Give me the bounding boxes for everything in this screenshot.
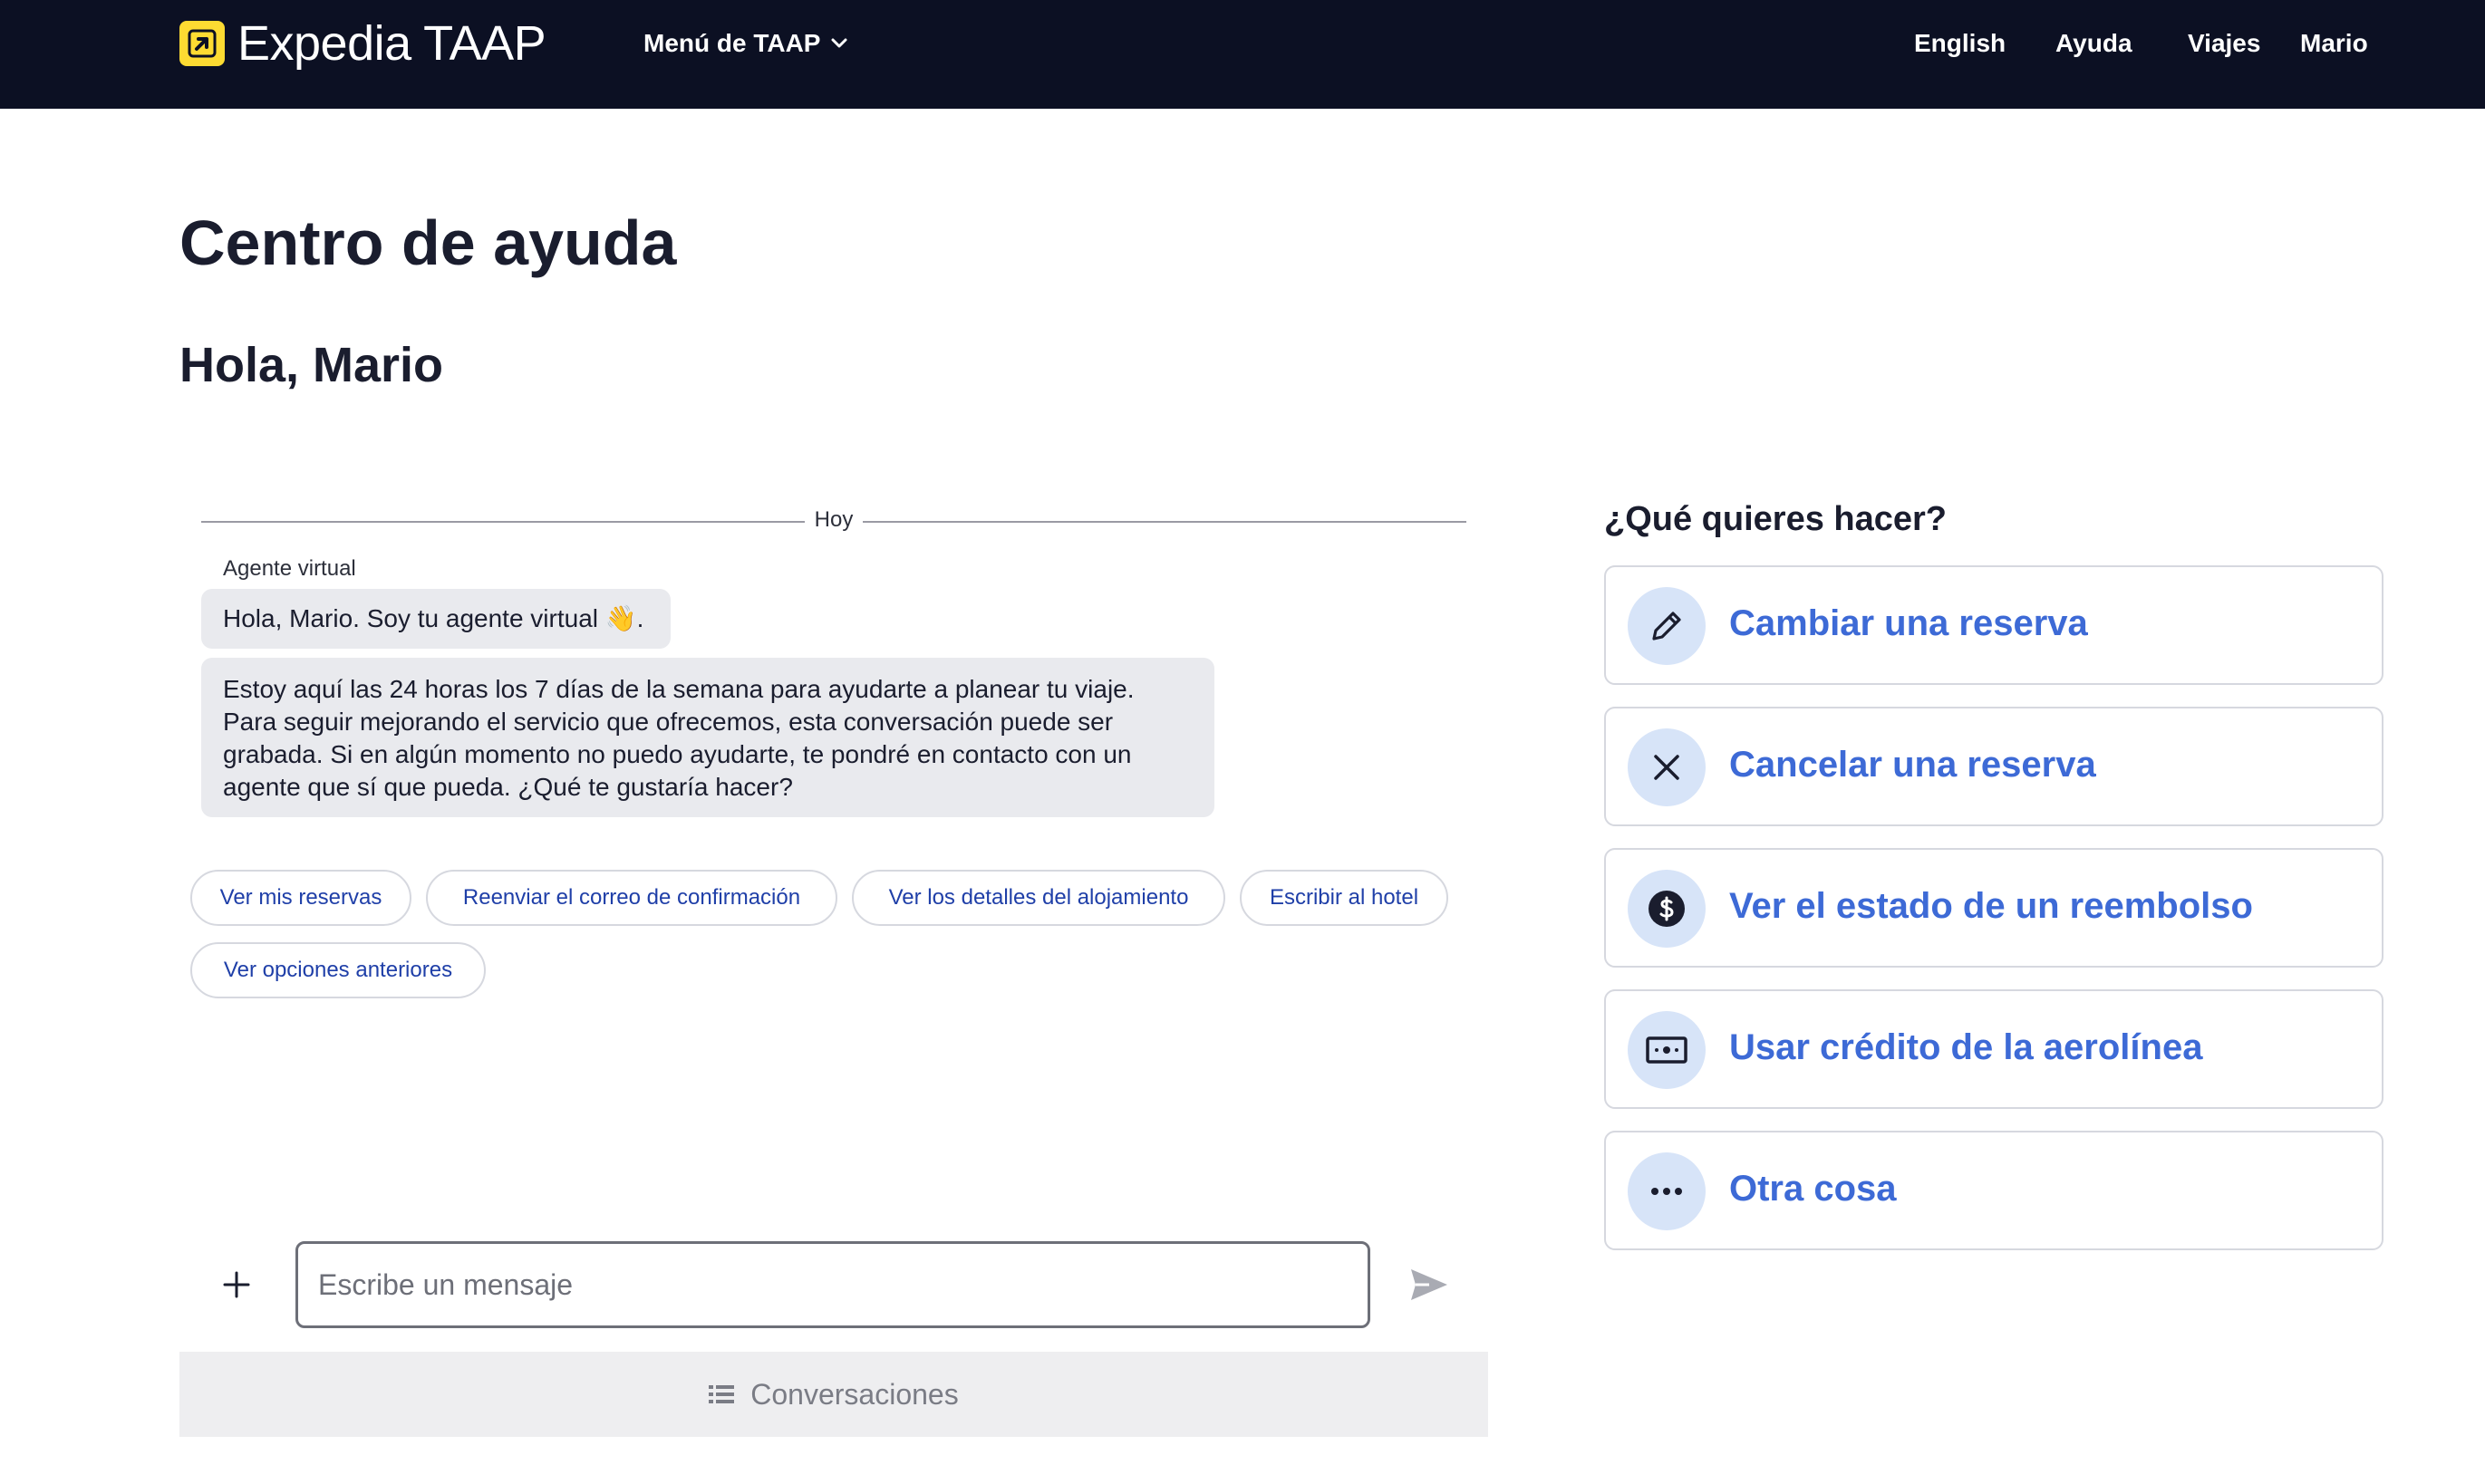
dollar-icon bbox=[1628, 870, 1706, 948]
quick-reply-previous-options[interactable]: Ver opciones anteriores bbox=[190, 942, 486, 998]
pencil-icon bbox=[1628, 587, 1706, 665]
action-change-booking[interactable]: Cambiar una reserva bbox=[1604, 565, 2383, 685]
page-title: Centro de ayuda bbox=[179, 207, 677, 278]
top-navigation-bar: Expedia TAAP Menú de TAAP English Ayuda … bbox=[0, 0, 2485, 109]
divider-line bbox=[863, 521, 1466, 523]
action-something-else[interactable]: Otra cosa bbox=[1604, 1131, 2383, 1250]
action-label: Cambiar una reserva bbox=[1729, 603, 2088, 643]
chevron-down-icon bbox=[831, 38, 847, 48]
conversations-toggle-bar[interactable]: Conversaciones bbox=[179, 1352, 1488, 1437]
credit-icon bbox=[1628, 1011, 1706, 1089]
nav-language-link[interactable]: English bbox=[1914, 22, 2006, 65]
more-icon bbox=[1628, 1152, 1706, 1230]
send-message-button[interactable] bbox=[1407, 1261, 1452, 1308]
taap-menu-label: Menú de TAAP bbox=[643, 29, 821, 57]
add-attachment-button[interactable] bbox=[214, 1258, 259, 1312]
message-sender-label: Agente virtual bbox=[223, 556, 356, 581]
date-divider: Hoy bbox=[201, 507, 1466, 536]
message-input[interactable] bbox=[295, 1241, 1370, 1328]
nav-trips-link[interactable]: Viajes bbox=[2188, 22, 2260, 65]
conversations-label: Conversaciones bbox=[750, 1377, 959, 1411]
chat-message-bubble: Hola, Mario. Soy tu agente virtual 👋. bbox=[201, 589, 671, 649]
nav-help-link[interactable]: Ayuda bbox=[2055, 22, 2132, 65]
action-label: Ver el estado de un reembolso bbox=[1729, 886, 2253, 926]
expedia-logo-icon bbox=[179, 21, 225, 66]
chat-message-bubble: Estoy aquí las 24 horas los 7 días de la… bbox=[201, 658, 1214, 817]
action-refund-status[interactable]: Ver el estado de un reembolso bbox=[1604, 848, 2383, 968]
close-icon bbox=[1628, 728, 1706, 806]
quick-reply-property-details[interactable]: Ver los detalles del alojamiento bbox=[852, 870, 1225, 926]
list-icon bbox=[709, 1385, 735, 1403]
logo-text: Expedia TAAP bbox=[237, 16, 546, 71]
divider-line bbox=[201, 521, 805, 523]
quick-reply-message-hotel[interactable]: Escribir al hotel bbox=[1240, 870, 1448, 926]
actions-panel-title: ¿Qué quieres hacer? bbox=[1604, 500, 1948, 538]
action-cancel-booking[interactable]: Cancelar una reserva bbox=[1604, 707, 2383, 826]
plus-icon bbox=[223, 1271, 250, 1298]
action-label: Usar crédito de la aerolínea bbox=[1729, 1027, 2203, 1067]
action-airline-credit[interactable]: Usar crédito de la aerolínea bbox=[1604, 989, 2383, 1109]
nav-user-menu[interactable]: Mario bbox=[2300, 22, 2368, 65]
send-icon bbox=[1411, 1269, 1447, 1300]
quick-reply-resend-confirmation[interactable]: Reenviar el correo de confirmación bbox=[426, 870, 837, 926]
date-divider-label: Hoy bbox=[814, 507, 854, 532]
taap-menu-dropdown[interactable]: Menú de TAAP bbox=[643, 22, 847, 65]
greeting-heading: Hola, Mario bbox=[179, 338, 444, 392]
quick-reply-view-bookings[interactable]: Ver mis reservas bbox=[190, 870, 411, 926]
action-label: Cancelar una reserva bbox=[1729, 745, 2096, 785]
expedia-taap-logo[interactable]: Expedia TAAP bbox=[179, 16, 546, 71]
action-label: Otra cosa bbox=[1729, 1169, 1897, 1209]
